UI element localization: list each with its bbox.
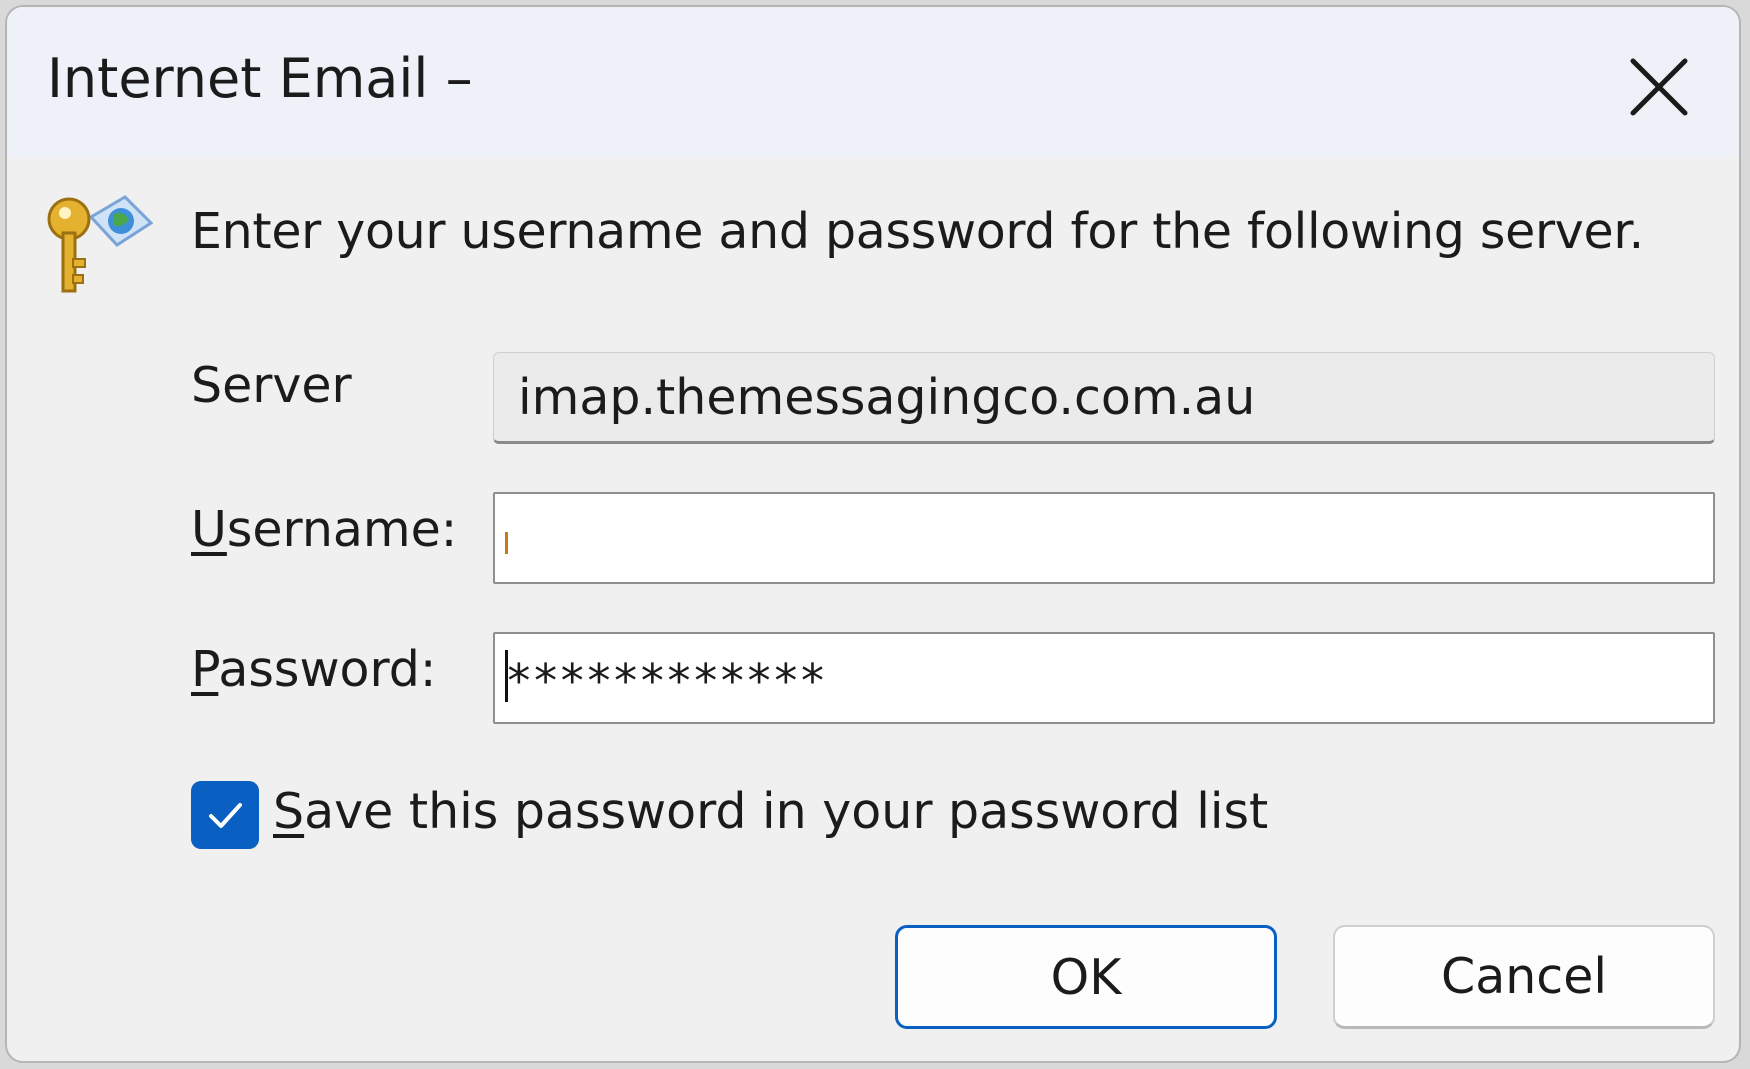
- password-label-accelerator: P: [191, 641, 219, 698]
- key-globe-icon: [47, 195, 153, 293]
- save-password-checkbox[interactable]: [191, 781, 259, 849]
- username-label: Username:: [191, 501, 457, 558]
- save-label-accelerator: S: [273, 783, 305, 840]
- window-title: Internet Email –: [47, 47, 473, 110]
- password-input[interactable]: ************: [493, 632, 1715, 724]
- dialog-prompt: Enter your username and password for the…: [191, 203, 1644, 260]
- server-value: imap.themessagingco.com.au: [518, 369, 1256, 426]
- close-button[interactable]: [1619, 47, 1699, 127]
- checkmark-icon: [209, 803, 242, 828]
- close-icon: [1630, 58, 1688, 116]
- save-label-text: ave this password in your password list: [304, 783, 1269, 840]
- username-input[interactable]: [493, 492, 1715, 584]
- password-label: Password:: [191, 641, 436, 698]
- password-label-text: assword:: [218, 641, 437, 698]
- server-label: Server: [191, 357, 352, 414]
- cancel-button[interactable]: Cancel: [1333, 925, 1715, 1029]
- username-text-fragment: [505, 532, 508, 554]
- username-label-text: sername:: [226, 501, 458, 558]
- password-value: ************: [505, 654, 826, 708]
- ok-button[interactable]: OK: [895, 925, 1277, 1029]
- title-bar: Internet Email –: [7, 7, 1739, 157]
- username-label-accelerator: U: [191, 501, 227, 558]
- credentials-dialog: Internet Email – Enter your username and…: [5, 5, 1741, 1063]
- save-password-label[interactable]: Save this password in your password list: [273, 783, 1268, 840]
- server-field: imap.themessagingco.com.au: [493, 352, 1715, 444]
